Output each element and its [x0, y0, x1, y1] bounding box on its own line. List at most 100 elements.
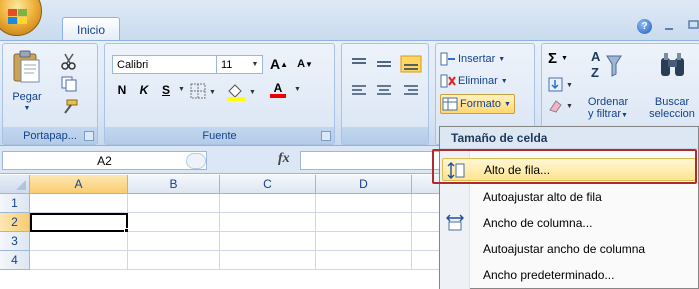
- office-button[interactable]: [0, 0, 42, 36]
- chevron-down-icon: ▼: [500, 77, 508, 85]
- menu-item-row-height[interactable]: Alto de fila...: [442, 158, 696, 181]
- column-header-b[interactable]: B: [128, 175, 220, 194]
- autosum-button[interactable]: Σ ▼: [548, 50, 568, 67]
- cell-c1[interactable]: [220, 194, 316, 213]
- bold-button[interactable]: N: [112, 80, 132, 100]
- format-dropdown-menu: Tamaño de celda Alto de fila... Autoajus…: [439, 126, 699, 289]
- row-header-4[interactable]: 4: [0, 251, 30, 270]
- cell-a3[interactable]: [30, 232, 128, 251]
- formula-input[interactable]: [300, 151, 440, 170]
- alignment-group: [341, 43, 429, 145]
- format-button[interactable]: Formato ▼: [440, 94, 515, 114]
- insert-button[interactable]: Insertar ▼: [440, 50, 505, 68]
- row-header-2[interactable]: 2: [0, 213, 30, 232]
- menu-item-column-width[interactable]: Ancho de columna...: [442, 211, 696, 234]
- clear-icon[interactable]: ▼: [548, 98, 576, 114]
- bold-label: N: [117, 83, 127, 97]
- formula-bar-splitter[interactable]: [186, 153, 206, 169]
- office-logo-icon: [8, 9, 27, 24]
- menu-item-default-width[interactable]: Ancho predeterminado...: [442, 263, 696, 286]
- tab-inicio[interactable]: Inicio: [62, 17, 120, 41]
- cut-icon[interactable]: [59, 52, 79, 70]
- find-line1: Buscar: [654, 96, 690, 108]
- font-family-select[interactable]: Calibri ▼: [112, 55, 232, 74]
- cell-c3[interactable]: [220, 232, 316, 251]
- clipboard-dialog-launcher-icon[interactable]: [84, 131, 94, 141]
- alignment-group-label: [342, 127, 428, 144]
- column-header-a[interactable]: A: [30, 175, 128, 194]
- clipboard-group: Pegar ▼ Portapap...: [2, 43, 98, 145]
- find-select-button[interactable]: Buscar seleccion: [642, 96, 699, 120]
- underline-button[interactable]: S: [156, 80, 176, 100]
- svg-text:▼: ▼: [566, 82, 573, 89]
- font-family-value: Calibri: [117, 58, 149, 71]
- cell-d3[interactable]: [316, 232, 412, 251]
- borders-icon[interactable]: ▼: [189, 82, 219, 100]
- font-color-label: A: [273, 81, 283, 95]
- fill-color-icon[interactable]: ▼: [225, 81, 259, 101]
- font-size-select[interactable]: 11 ▼: [216, 55, 263, 74]
- binoculars-icon: [661, 53, 684, 76]
- italic-button[interactable]: K: [134, 80, 154, 100]
- grow-font-label: A: [269, 56, 281, 72]
- column-header-d[interactable]: D: [316, 175, 412, 194]
- cell-d4[interactable]: [316, 251, 412, 270]
- italic-label: K: [139, 83, 149, 97]
- cell-c2[interactable]: [220, 213, 316, 232]
- name-box-value: A2: [97, 153, 112, 168]
- sort-filter-icon: A Z: [591, 49, 622, 80]
- cell-a4[interactable]: [30, 251, 128, 270]
- shrink-font-button[interactable]: A ▼: [295, 54, 315, 74]
- menu-item-autofit-column-width[interactable]: Autoajustar ancho de columna: [442, 237, 696, 260]
- sort-filter-button[interactable]: Ordenar y filtrar▼: [580, 96, 636, 122]
- name-box[interactable]: A2 ▼: [2, 151, 207, 170]
- menu-item-label: Ancho predeterminado...: [483, 267, 615, 282]
- font-color-button[interactable]: A: [263, 80, 293, 100]
- font-dialog-launcher-icon[interactable]: [321, 131, 331, 141]
- insert-function-icon[interactable]: fx: [278, 151, 290, 167]
- help-icon[interactable]: ?: [637, 19, 652, 34]
- clipboard-label-text: Portapap...: [23, 129, 77, 142]
- chevron-down-icon: ▼: [503, 100, 511, 108]
- column-width-icon: [446, 214, 464, 231]
- shrink-font-label: A: [297, 58, 306, 70]
- cell-b2[interactable]: [128, 213, 220, 232]
- sort-line2: y filtrar: [588, 108, 622, 120]
- cell-d2[interactable]: [316, 213, 412, 232]
- sort-line1: Ordenar: [587, 96, 629, 108]
- fill-icon[interactable]: ▼: [548, 77, 576, 93]
- cell-b1[interactable]: [128, 194, 220, 213]
- cell-d1[interactable]: [316, 194, 412, 213]
- insert-label: Insertar: [458, 53, 496, 65]
- paste-dropdown-arrow-icon: ▼: [23, 105, 31, 112]
- insert-cells-icon: [440, 52, 455, 66]
- minimize-icon[interactable]: [664, 22, 674, 32]
- chevron-down-icon: ▼: [621, 112, 628, 119]
- font-color-dropdown-icon[interactable]: ▼: [294, 86, 301, 93]
- menu-item-autofit-row-height[interactable]: Autoajustar alto de fila: [442, 185, 696, 208]
- format-cells-icon: [442, 97, 458, 111]
- paste-button[interactable]: Pegar ▼: [7, 46, 47, 118]
- select-all-corner[interactable]: [0, 175, 30, 194]
- copy-icon[interactable]: [59, 75, 79, 93]
- underline-dropdown-icon[interactable]: ▼: [178, 86, 185, 93]
- delete-button[interactable]: Eliminar ▼: [440, 72, 508, 90]
- find-line2: seleccion: [649, 108, 695, 120]
- grow-font-button[interactable]: A ▲: [269, 54, 289, 74]
- column-header-c[interactable]: C: [220, 175, 316, 194]
- horizontal-align-icons[interactable]: [348, 82, 424, 100]
- delete-label: Eliminar: [458, 75, 498, 87]
- restore-icon[interactable]: [686, 20, 699, 32]
- cell-b3[interactable]: [128, 232, 220, 251]
- font-color-swatch: [270, 94, 286, 98]
- paste-label: Pegar: [12, 91, 42, 103]
- cell-a1[interactable]: [30, 194, 128, 213]
- underline-label: S: [161, 83, 170, 97]
- vertical-align-icons[interactable]: [348, 55, 424, 73]
- format-painter-icon[interactable]: [59, 98, 79, 116]
- cell-b4[interactable]: [128, 251, 220, 270]
- row-header-3[interactable]: 3: [0, 232, 30, 251]
- cell-c4[interactable]: [220, 251, 316, 270]
- cell-a2-active[interactable]: [30, 213, 128, 232]
- row-header-1[interactable]: 1: [0, 194, 30, 213]
